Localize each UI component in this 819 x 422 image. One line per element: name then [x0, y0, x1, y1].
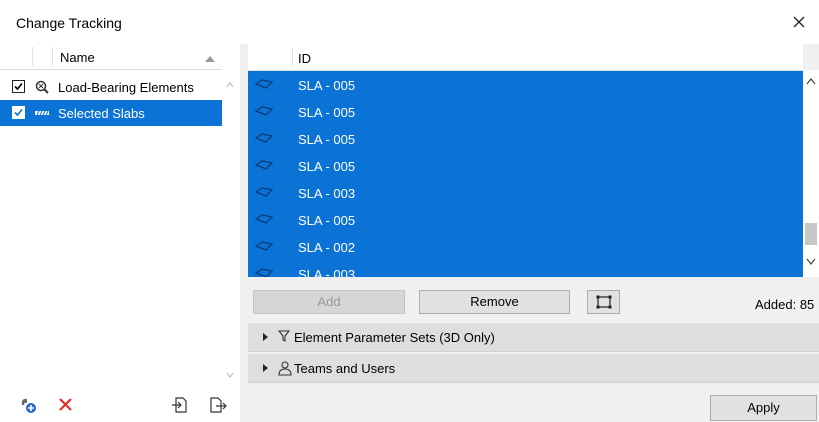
- slab-icon: [254, 78, 274, 93]
- element-id: SLA - 003: [298, 267, 356, 277]
- table-row[interactable]: SLA - 005: [248, 206, 803, 233]
- scroll-thumb[interactable]: [805, 223, 817, 245]
- frame-icon: [596, 295, 611, 309]
- section-label: Element Parameter Sets (3D Only): [294, 330, 495, 345]
- table-row[interactable]: SLA - 003: [248, 179, 803, 206]
- table-row[interactable]: SLA - 005: [248, 125, 803, 152]
- list-item-label: Load-Bearing Elements: [58, 80, 194, 95]
- elements-table: ID SLA - 005 SLA - 005 SLA - 005 SLA - 005 S…: [248, 44, 803, 277]
- elements-panel: ID SLA - 005 SLA - 005 SLA - 005 SLA - 005 S…: [248, 44, 819, 422]
- user-icon: [278, 361, 292, 376]
- import-icon[interactable]: [170, 395, 190, 415]
- table-row[interactable]: SLA - 003: [248, 260, 803, 277]
- window-title: Change Tracking: [16, 15, 122, 31]
- element-id: SLA - 005: [298, 132, 356, 147]
- export-icon[interactable]: [208, 395, 228, 415]
- list-item-label: Selected Slabs: [58, 106, 145, 121]
- table-header: ID: [248, 44, 803, 71]
- filter-icon: [278, 330, 290, 342]
- slab-icon: [254, 132, 274, 147]
- column-separator: [52, 47, 53, 66]
- slab-icon: [254, 213, 274, 228]
- checkbox[interactable]: [12, 80, 25, 93]
- magnifier-icon: [34, 80, 50, 94]
- slab-icon: [254, 186, 274, 201]
- element-id: SLA - 005: [298, 78, 356, 93]
- added-count: Added: 85: [755, 297, 815, 312]
- list-toolbar: [0, 385, 240, 422]
- section-teams-and-users[interactable]: Teams and Users: [248, 354, 819, 383]
- section-element-parameter-sets[interactable]: Element Parameter Sets (3D Only): [248, 323, 819, 352]
- expand-arrow-icon[interactable]: [263, 364, 268, 372]
- table-row[interactable]: SLA - 005: [248, 152, 803, 179]
- slab-hatch-icon: [34, 106, 50, 120]
- apply-button[interactable]: Apply: [710, 395, 817, 421]
- tracking-list-panel: Name Load-Bearing Elements Selected Slab…: [0, 44, 240, 422]
- slab-icon: [254, 240, 274, 255]
- slab-icon: [254, 105, 274, 120]
- close-icon[interactable]: [789, 12, 809, 32]
- table-scrollbar[interactable]: [803, 70, 819, 277]
- panel-splitter[interactable]: [240, 44, 248, 422]
- element-id: SLA - 005: [298, 105, 356, 120]
- list-header: Name: [0, 44, 222, 70]
- list-item-selected-slabs[interactable]: Selected Slabs: [0, 100, 222, 126]
- section-label: Teams and Users: [294, 361, 396, 376]
- list-scrollbar[interactable]: [222, 72, 238, 385]
- remove-button[interactable]: Remove: [419, 290, 570, 314]
- sort-ascending-icon[interactable]: [205, 56, 215, 62]
- id-column-header[interactable]: ID: [298, 51, 311, 66]
- element-id: SLA - 003: [298, 186, 356, 201]
- table-row[interactable]: SLA - 002: [248, 233, 803, 260]
- expand-arrow-icon[interactable]: [263, 333, 268, 341]
- element-id: SLA - 005: [298, 159, 356, 174]
- table-row[interactable]: SLA - 005: [248, 98, 803, 125]
- scroll-up-icon[interactable]: [226, 82, 234, 88]
- slab-icon: [254, 159, 274, 174]
- name-column-header[interactable]: Name: [60, 50, 95, 65]
- slab-icon: [254, 267, 274, 277]
- element-id: SLA - 005: [298, 213, 356, 228]
- column-separator: [32, 47, 33, 66]
- list-item-load-bearing-elements[interactable]: Load-Bearing Elements: [0, 74, 222, 100]
- checkbox[interactable]: [12, 106, 25, 119]
- delete-x-icon[interactable]: [56, 395, 76, 415]
- table-row[interactable]: SLA - 005: [248, 71, 803, 98]
- scroll-down-icon[interactable]: [226, 372, 234, 378]
- title-bar: Change Tracking: [0, 0, 819, 44]
- add-button[interactable]: Add: [253, 290, 405, 314]
- add-track-icon[interactable]: [18, 395, 38, 415]
- zoom-to-selection-button[interactable]: [587, 290, 620, 314]
- element-id: SLA - 002: [298, 240, 356, 255]
- scroll-down-icon[interactable]: [806, 258, 816, 265]
- column-separator: [292, 48, 293, 66]
- scroll-up-icon[interactable]: [806, 78, 816, 85]
